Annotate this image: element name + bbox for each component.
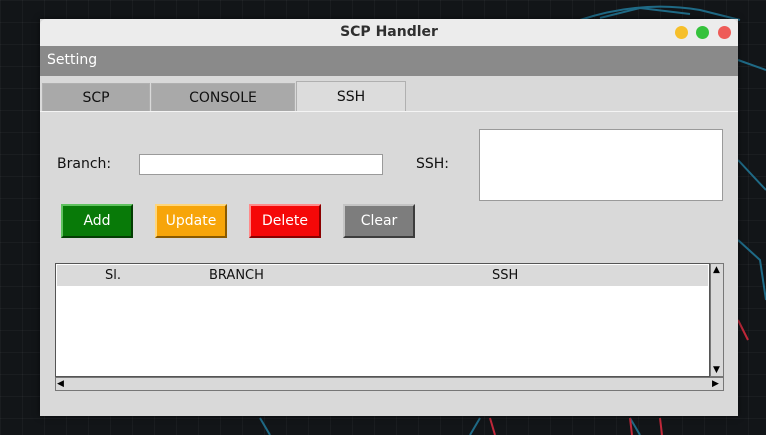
column-header-ssh[interactable]: SSH — [492, 268, 518, 283]
branch-table[interactable]: Sl. BRANCH SSH — [55, 263, 710, 377]
scroll-up-icon[interactable]: ▲ — [713, 265, 720, 275]
scroll-down-icon[interactable]: ▼ — [713, 365, 720, 375]
delete-button[interactable]: Delete — [249, 204, 321, 238]
add-button[interactable]: Add — [61, 204, 133, 238]
scroll-left-icon[interactable]: ◀ — [57, 379, 64, 389]
ssh-textarea[interactable] — [479, 129, 723, 201]
table-header: Sl. BRANCH SSH — [57, 265, 708, 286]
update-button[interactable]: Update — [155, 204, 227, 238]
minimize-button[interactable] — [675, 26, 688, 39]
vertical-scrollbar[interactable]: ▲ ▼ — [710, 263, 724, 377]
tab-ssh[interactable]: SSH — [296, 81, 406, 112]
title-bar[interactable]: SCP Handler — [40, 19, 738, 46]
branch-label: Branch: — [57, 156, 112, 172]
ssh-label: SSH: — [416, 156, 450, 172]
menu-bar: Setting — [40, 46, 738, 76]
column-header-sl[interactable]: Sl. — [105, 268, 121, 283]
tab-console[interactable]: CONSOLE — [151, 83, 295, 112]
app-window: SCP Handler Setting SCP CONSOLE SSH Bran… — [40, 19, 738, 416]
column-header-branch[interactable]: BRANCH — [209, 268, 264, 283]
window-title: SCP Handler — [340, 24, 438, 40]
scroll-right-icon[interactable]: ▶ — [712, 379, 719, 389]
menu-setting[interactable]: Setting — [47, 52, 97, 68]
branch-input[interactable] — [139, 154, 383, 175]
clear-button[interactable]: Clear — [343, 204, 415, 238]
maximize-button[interactable] — [696, 26, 709, 39]
horizontal-scrollbar[interactable]: ◀ ▶ — [55, 377, 724, 391]
tab-scp[interactable]: SCP — [42, 83, 150, 112]
tab-divider — [40, 111, 738, 112]
close-button[interactable] — [718, 26, 731, 39]
